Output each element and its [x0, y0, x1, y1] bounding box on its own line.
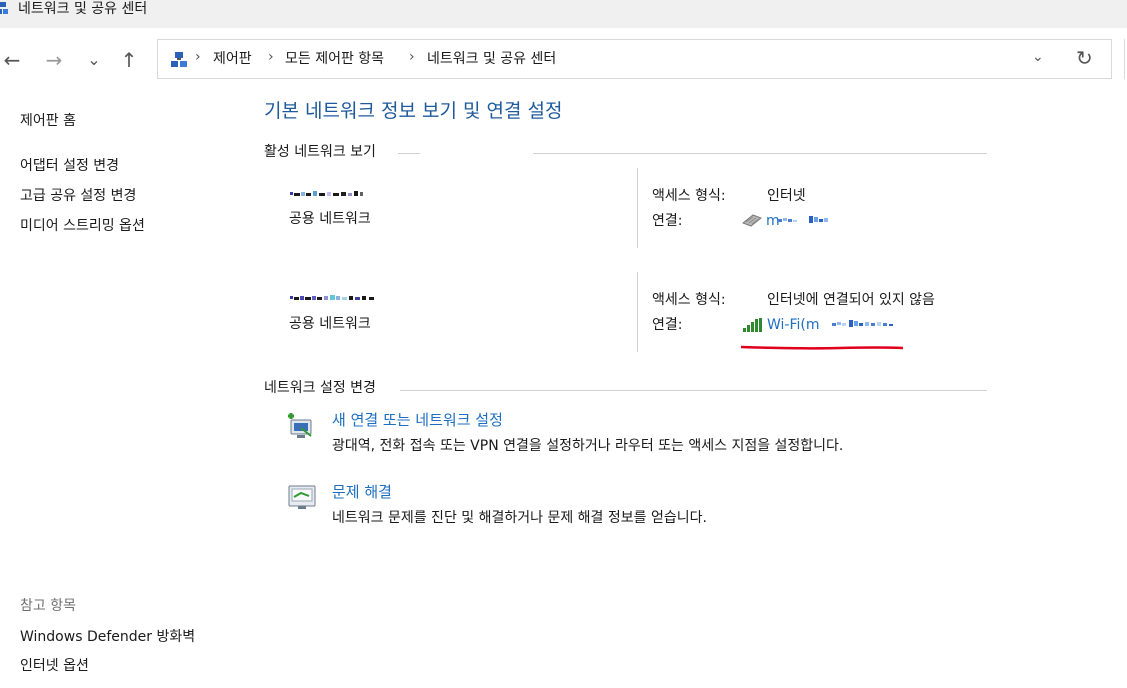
network-center-icon: [0, 2, 8, 14]
wifi-connection-link[interactable]: Wi-Fi(m: [767, 315, 820, 335]
network-name-redacted: [290, 295, 374, 300]
refresh-button[interactable]: ↻: [1076, 46, 1093, 70]
active-networks-heading: 활성 네트워크 보기: [264, 144, 376, 160]
access-type-label: 액세스 형식:: [652, 292, 726, 308]
connection-label: 연결:: [652, 317, 683, 333]
breadcrumb-separator: ›: [195, 49, 201, 65]
back-button[interactable]: ←: [0, 48, 24, 72]
network-type-public: 공용 네트워크: [289, 316, 371, 332]
access-type-value: 인터넷에 연결되어 있지 않음: [767, 292, 935, 308]
see-also-heading: 참고 항목: [20, 598, 76, 614]
divider: [637, 272, 638, 352]
breadcrumb-separator: ›: [268, 49, 274, 65]
setup-new-connection-desc: 광대역, 전화 접속 또는 VPN 연결을 설정하거나 라우터 또는 액세스 지…: [332, 438, 844, 454]
troubleshoot-link[interactable]: 문제 해결: [332, 482, 392, 502]
window-title: 네트워크 및 공유 센터: [18, 1, 148, 17]
forward-button[interactable]: →: [42, 48, 66, 72]
title-bar: 네트워크 및 공유 센터: [0, 0, 1127, 28]
ethernet-icon: [742, 214, 762, 227]
defender-firewall-link[interactable]: Windows Defender 방화벽: [20, 627, 195, 647]
red-annotation-underline: [740, 345, 904, 350]
breadcrumb-control-panel[interactable]: 제어판: [213, 50, 252, 68]
divider: [637, 168, 638, 248]
page-title: 기본 네트워크 정보 보기 및 연결 설정: [264, 100, 563, 122]
divider: [398, 153, 420, 154]
change-settings-heading: 네트워크 설정 변경: [264, 380, 376, 396]
access-type-value: 인터넷: [767, 188, 806, 204]
connection-name-redacted: [778, 216, 828, 223]
network-name-redacted: [290, 191, 363, 196]
troubleshoot-icon: [288, 485, 316, 509]
address-bar[interactable]: › 제어판 › 모든 제어판 항목 › 네트워크 및 공유 센터 ⌄ ↻: [157, 39, 1112, 79]
internet-options-link[interactable]: 인터넷 옵션: [20, 656, 89, 676]
up-button[interactable]: ↑: [117, 48, 141, 72]
access-type-label: 액세스 형식:: [652, 188, 726, 204]
control-panel-network-icon: [171, 52, 187, 67]
connection-label: 연결:: [652, 213, 683, 229]
recent-locations-button[interactable]: ⌄: [82, 48, 106, 72]
control-panel-home-link[interactable]: 제어판 홈: [20, 111, 76, 131]
advanced-sharing-link[interactable]: 고급 공유 설정 변경: [20, 186, 136, 206]
breadcrumb-network-center[interactable]: 네트워크 및 공유 센터: [427, 50, 556, 68]
divider: [400, 390, 987, 391]
breadcrumb-separator: ›: [409, 49, 415, 65]
setup-new-connection-link[interactable]: 새 연결 또는 네트워크 설정: [332, 410, 503, 430]
divider: [533, 153, 987, 154]
address-dropdown-button[interactable]: ⌄: [1032, 49, 1044, 65]
wifi-signal-icon: [743, 318, 762, 332]
adapter-settings-link[interactable]: 어댑터 설정 변경: [20, 156, 119, 176]
troubleshoot-desc: 네트워크 문제를 진단 및 해결하거나 문제 해결 정보를 얻습니다.: [332, 510, 707, 526]
new-connection-icon: [288, 413, 312, 438]
media-streaming-link[interactable]: 미디어 스트리밍 옵션: [20, 216, 145, 236]
network-type-public: 공용 네트워크: [289, 211, 371, 227]
breadcrumb-all-items[interactable]: 모든 제어판 항목: [285, 50, 384, 68]
connection-name-redacted: [832, 320, 893, 327]
